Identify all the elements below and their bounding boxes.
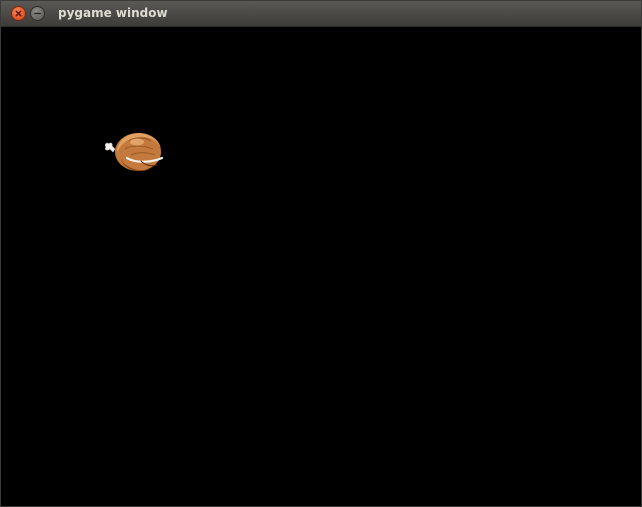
drumstick-bone: [105, 142, 116, 153]
roast-chicken-sprite: [105, 133, 164, 171]
pygame-window: pygame window: [0, 0, 642, 507]
minimize-icon: [34, 12, 41, 15]
window-title: pygame window: [58, 6, 168, 20]
minimize-button[interactable]: [30, 6, 45, 21]
close-button[interactable]: [11, 6, 26, 21]
title-bar[interactable]: pygame window: [1, 1, 641, 27]
close-icon: [15, 10, 22, 17]
game-canvas[interactable]: [1, 27, 641, 506]
